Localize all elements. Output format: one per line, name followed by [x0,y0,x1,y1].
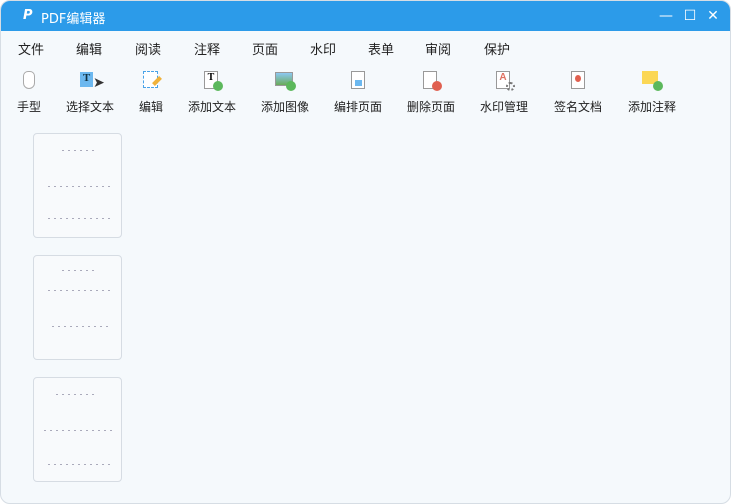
toolbar-label: 添加文本 [187,100,236,114]
page-thumbnail-2[interactable] [33,255,122,360]
select-text-icon: T ➤ [79,69,105,91]
toolbar-button-arrange-pages[interactable]: 编排页面 [323,69,393,115]
minimize-button[interactable]: — [656,6,676,26]
toolbar-button-edit[interactable]: 编辑 [116,69,186,115]
page-thumbnail-3[interactable] [33,377,122,482]
toolbar-label: 选择文本 [65,100,114,114]
app-window: P PDF编辑器 — ☐ ✕ 文件 编辑 阅读 注释 页面 水印 表单 审阅 保… [0,0,731,504]
toolbar-button-watermark[interactable]: A 水印管理 [469,69,539,115]
toolbar-label: 水印管理 [479,100,528,114]
toolbar-button-delete-page[interactable]: 删除页面 [396,69,466,115]
toolbar-button-add-text[interactable]: T 添加文本 [177,69,247,115]
add-text-icon: T [201,69,223,91]
edit-icon [140,69,162,91]
toolbar-label: 添加图像 [260,100,309,114]
menu-watermark[interactable]: 水印 [310,39,336,58]
delete-page-icon [420,69,442,91]
toolbar-label: 删除页面 [406,100,455,114]
menu-form[interactable]: 表单 [368,39,394,58]
toolbar-label: 签名文档 [553,100,602,114]
menu-edit[interactable]: 编辑 [76,39,102,58]
toolbar-label: 编排页面 [333,100,382,114]
menu-protect[interactable]: 保护 [484,39,510,58]
menu-annotate[interactable]: 注释 [194,39,220,58]
page-thumbnail-1[interactable] [33,133,122,238]
hand-icon [18,69,40,91]
arrange-pages-icon [347,69,369,91]
toolbar-label: 添加注释 [627,100,676,114]
toolbar-button-select-text[interactable]: T ➤ 选择文本 [55,69,125,115]
menu-read[interactable]: 阅读 [135,39,161,58]
maximize-button[interactable]: ☐ [680,6,700,26]
add-comment-icon [641,69,663,91]
toolbar-label: 编辑 [138,100,163,114]
toolbar-button-add-comment[interactable]: 添加注释 [617,69,687,115]
sign-icon [567,69,589,91]
close-button[interactable]: ✕ [703,6,723,26]
toolbar-button-add-image[interactable]: 添加图像 [250,69,320,115]
menu-file[interactable]: 文件 [18,39,44,58]
app-logo: P [23,8,33,23]
window-title: PDF编辑器 [41,12,106,27]
menu-review[interactable]: 审阅 [425,39,451,58]
toolbar-button-sign[interactable]: 签名文档 [543,69,613,115]
title-bar: P PDF编辑器 — ☐ ✕ [1,1,730,31]
watermark-icon: A [493,69,515,91]
add-image-icon [274,69,296,91]
menu-page[interactable]: 页面 [252,39,278,58]
